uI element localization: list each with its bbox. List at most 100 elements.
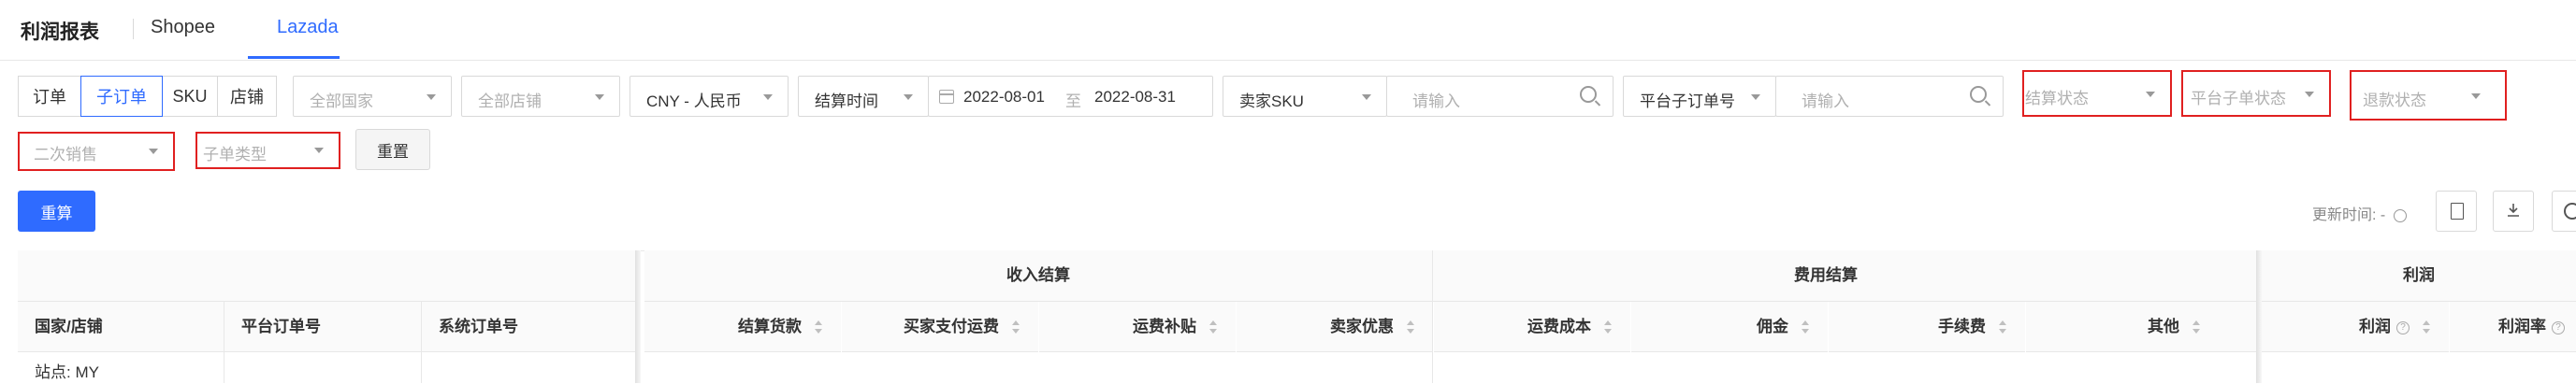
document-icon <box>2451 203 2464 220</box>
chevron-down-icon <box>595 94 604 100</box>
settle-status-placeholder: 结算状态 <box>2025 90 2089 107</box>
sort-icon[interactable] <box>2192 320 2200 334</box>
segment-order[interactable]: 订单 <box>18 76 81 117</box>
order-no-search-input[interactable]: 请输入 <box>1775 76 2004 117</box>
column-divider <box>421 302 422 383</box>
chevron-down-icon <box>1751 94 1760 100</box>
sub-order-status-placeholder: 平台子单状态 <box>2191 90 2286 107</box>
settings-button[interactable] <box>2552 191 2576 232</box>
col-shipping-subsidy[interactable]: 运费补贴 <box>1039 302 1236 352</box>
segment-store[interactable]: 店铺 <box>217 76 277 117</box>
date-range-picker[interactable]: 2022-08-01 至 2022-08-31 <box>928 76 1213 117</box>
chevron-down-icon <box>2146 92 2155 97</box>
page-title: 利润报表 <box>21 21 99 43</box>
segment-sub-order[interactable]: 子订单 <box>80 76 163 117</box>
chevron-down-icon <box>314 148 324 153</box>
settle-status-select[interactable]: 结算状态 <box>2022 70 2172 117</box>
reset-button[interactable]: 重置 <box>355 129 430 170</box>
recalculate-button[interactable]: 重算 <box>18 191 95 232</box>
frozen-column-shadow <box>2256 250 2262 383</box>
country-select-placeholder: 全部国家 <box>310 92 373 110</box>
col-seller-discount[interactable]: 卖家优惠 <box>1237 302 1433 352</box>
active-tab-indicator <box>248 56 340 59</box>
chevron-down-icon <box>427 94 436 100</box>
sku-search-placeholder: 请输入 <box>1412 92 1460 110</box>
col-profit-rate-label: 利润率 <box>2498 318 2546 335</box>
download-button[interactable] <box>2493 191 2534 232</box>
col-country-store: 国家/店铺 <box>18 302 224 352</box>
sub-order-status-select[interactable]: 平台子单状态 <box>2181 70 2331 117</box>
currency-select-value: CNY - 人民币 <box>646 92 742 110</box>
sort-icon[interactable] <box>1999 320 2006 334</box>
search-icon[interactable] <box>1580 86 1597 103</box>
order-level-segmented: 订单 子订单 SKU 店铺 <box>18 76 277 117</box>
col-buyer-shipping-label: 买家支付运费 <box>904 318 999 335</box>
chevron-down-icon <box>763 94 773 100</box>
chevron-down-icon <box>1362 94 1371 100</box>
time-type-value: 结算时间 <box>815 92 878 110</box>
report-tabs <box>0 0 2576 61</box>
chevron-down-icon <box>2471 93 2481 99</box>
chevron-down-icon <box>2305 92 2314 97</box>
order-no-type-select[interactable]: 平台子订单号 <box>1623 76 1776 117</box>
segment-sku[interactable]: SKU <box>162 76 218 117</box>
col-buyer-shipping[interactable]: 买家支付运费 <box>842 302 1038 352</box>
sort-icon[interactable] <box>815 320 822 334</box>
col-settle-amount-label: 结算货款 <box>738 318 802 335</box>
sort-icon[interactable] <box>1604 320 1612 334</box>
col-settle-amount[interactable]: 结算货款 <box>644 302 841 352</box>
sub-order-type-placeholder: 子单类型 <box>203 146 267 164</box>
time-type-select[interactable]: 结算时间 <box>798 76 929 117</box>
document-button[interactable] <box>2436 191 2477 232</box>
col-seller-discount-label: 卖家优惠 <box>1330 318 1394 335</box>
update-time-label: 更新时间: - <box>2312 202 2407 224</box>
country-select[interactable]: 全部国家 <box>293 76 452 117</box>
col-shipping-cost[interactable]: 运费成本 <box>1434 302 1630 352</box>
order-no-type-value: 平台子订单号 <box>1640 92 1735 110</box>
resale-placeholder: 二次销售 <box>34 146 97 164</box>
col-fee[interactable]: 手续费 <box>1829 302 2025 352</box>
col-other-label: 其他 <box>2148 318 2179 335</box>
date-separator: 至 <box>1065 92 1081 110</box>
col-platform-order: 平台订单号 <box>224 302 421 352</box>
date-from: 2022-08-01 <box>963 88 1045 106</box>
col-profit[interactable]: 利润? <box>2262 302 2449 352</box>
tab-lazada[interactable]: Lazada <box>277 17 339 38</box>
sort-icon[interactable] <box>1802 320 1809 334</box>
sort-icon[interactable] <box>1209 320 1217 334</box>
col-other[interactable]: 其他 <box>2026 302 2219 352</box>
store-select-placeholder: 全部店铺 <box>478 92 542 110</box>
gear-icon <box>2564 203 2576 220</box>
store-select[interactable]: 全部店铺 <box>461 76 620 117</box>
column-divider <box>1432 250 1433 383</box>
resale-select[interactable]: 二次销售 <box>18 132 175 171</box>
help-icon[interactable]: ? <box>2552 320 2565 334</box>
col-commission[interactable]: 佣金 <box>1631 302 1828 352</box>
sku-type-select[interactable]: 卖家SKU <box>1223 76 1387 117</box>
sort-icon[interactable] <box>1407 320 1414 334</box>
frozen-column-shadow <box>635 250 641 383</box>
refund-status-select[interactable]: 退款状态 <box>2350 70 2507 121</box>
col-shipping-subsidy-label: 运费补贴 <box>1133 318 1196 335</box>
sort-icon[interactable] <box>2423 320 2430 334</box>
currency-select[interactable]: CNY - 人民币 <box>630 76 789 117</box>
help-icon[interactable]: ? <box>2396 320 2410 334</box>
sku-search-input[interactable]: 请输入 <box>1386 76 1614 117</box>
col-profit-label: 利润 <box>2359 318 2391 335</box>
refund-status-placeholder: 退款状态 <box>2363 92 2426 109</box>
update-time-text: 更新时间: - <box>2312 207 2386 223</box>
tab-shopee[interactable]: Shopee <box>151 17 215 38</box>
sort-icon[interactable] <box>1012 320 1020 334</box>
row-site-label: 站点: MY <box>35 363 99 381</box>
order-no-search-placeholder: 请输入 <box>1802 92 1849 110</box>
group-header-expense: 费用结算 <box>1433 250 2219 302</box>
download-icon <box>2507 203 2520 218</box>
col-system-order: 系统订单号 <box>422 302 635 352</box>
sub-order-type-select[interactable]: 子单类型 <box>195 132 340 169</box>
chevron-down-icon <box>904 94 913 100</box>
tab-divider <box>133 19 134 39</box>
col-profit-rate[interactable]: 利润率? <box>2450 302 2576 352</box>
date-to: 2022-08-31 <box>1094 88 1176 106</box>
group-header-income: 收入结算 <box>644 250 1432 302</box>
search-icon[interactable] <box>1970 86 1987 103</box>
